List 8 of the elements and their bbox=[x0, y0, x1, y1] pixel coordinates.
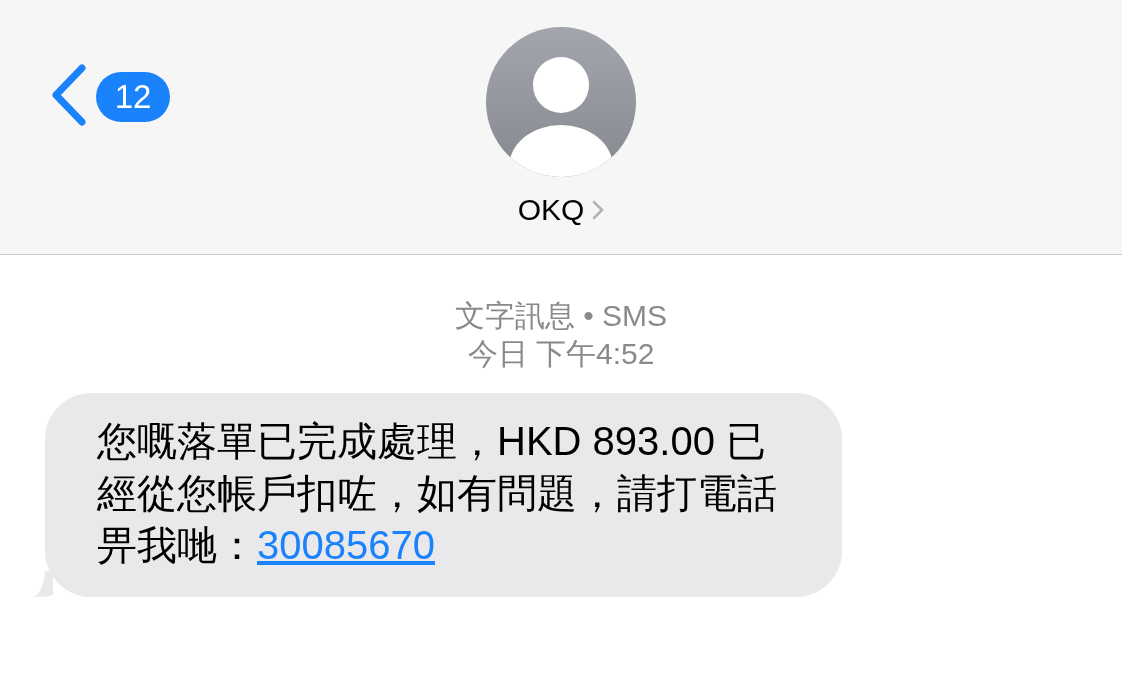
phone-number-link[interactable]: 30085670 bbox=[257, 523, 435, 567]
contact-avatar-icon[interactable] bbox=[486, 27, 636, 177]
message-service-label: 文字訊息 • SMS bbox=[454, 298, 668, 334]
message-text: 您嘅落單已完成處理，HKD 893.00 已經從您帳戶扣咗，如有問題，請打電話畀我哋：30085670 bbox=[97, 418, 778, 569]
unread-count-badge[interactable]: 12 bbox=[96, 72, 170, 122]
chevron-right-icon bbox=[592, 200, 605, 220]
contact-name[interactable]: OKQ bbox=[517, 193, 605, 227]
message-timestamp: 今日 下午4:52 bbox=[467, 336, 655, 372]
